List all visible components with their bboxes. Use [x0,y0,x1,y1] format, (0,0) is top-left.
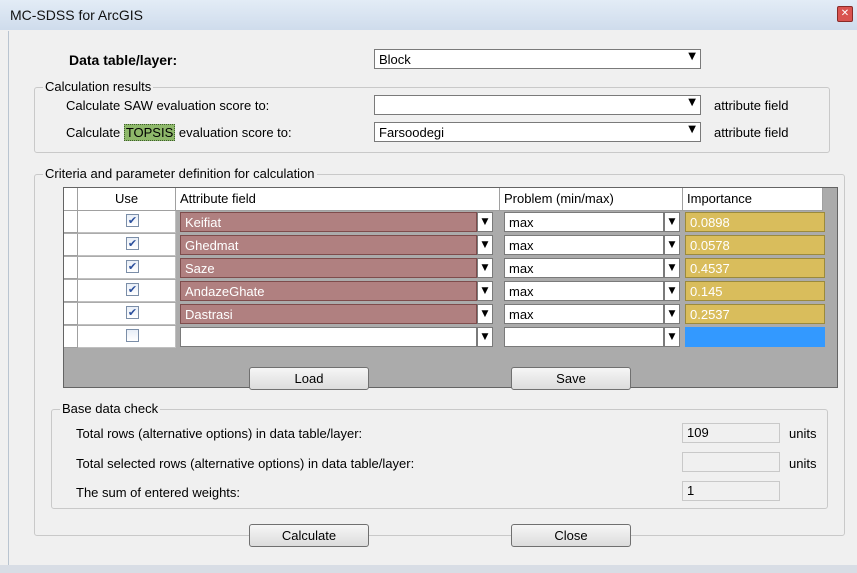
base-check-legend: Base data check [60,401,161,416]
attribute-field-cell[interactable]: AndazeGhate [180,281,477,301]
importance-cell[interactable] [685,327,825,347]
chevron-down-icon[interactable]: ▼ [477,212,493,232]
attribute-field-cell[interactable] [180,327,477,347]
col-attribute-field: Attribute field [176,188,500,211]
data-table-select[interactable]: Block ▼ [374,49,701,69]
save-button[interactable]: Save [511,367,631,390]
selected-rows-value [682,452,780,472]
attribute-field-cell[interactable]: Saze [180,258,477,278]
row-header [64,326,78,348]
use-cell: ✔ [78,211,176,233]
row-header [64,211,78,233]
use-cell: ✔ [78,280,176,302]
calculate-button[interactable]: Calculate [249,524,369,547]
topsis-label: Calculate TOPSIS evaluation score to: [66,124,292,141]
row-header [64,234,78,256]
topsis-field-select[interactable]: Farsoodegi ▼ [374,122,701,142]
use-checkbox[interactable]: ✔ [126,237,139,250]
topsis-field-value: Farsoodegi [379,125,445,140]
chevron-down-icon[interactable]: ▼ [664,258,680,278]
col-use: Use [78,188,176,211]
chevron-down-icon[interactable]: ▼ [664,235,680,255]
topsis-label-post: evaluation score to: [175,125,292,140]
row-header [64,303,78,325]
importance-cell[interactable]: 0.0578 [685,235,825,255]
dialog-body: Data table/layer: Block ▼ Calculation re… [8,31,857,565]
importance-cell[interactable]: 0.2537 [685,304,825,324]
selected-rows-label: Total selected rows (alternative options… [76,456,415,471]
window-bottom-border [0,565,857,573]
chevron-down-icon: ▼ [688,51,696,62]
saw-label: Calculate SAW evaluation score to: [66,98,270,113]
app-window: MC-SDSS for ArcGIS ✕ Data table/layer: B… [0,0,857,573]
total-rows-value: 109 [682,423,780,443]
load-button[interactable]: Load [249,367,369,390]
chevron-down-icon[interactable]: ▼ [477,235,493,255]
attribute-field-cell[interactable]: Dastrasi [180,304,477,324]
use-checkbox[interactable] [126,329,139,342]
chevron-down-icon[interactable]: ▼ [477,327,493,347]
sum-weights-value: 1 [682,481,780,501]
chevron-down-icon[interactable]: ▼ [477,258,493,278]
col-importance: Importance [683,188,823,211]
use-checkbox[interactable]: ✔ [126,306,139,319]
chevron-down-icon: ▼ [688,124,696,135]
attribute-field-cell[interactable]: Ghedmat [180,235,477,255]
close-window-icon[interactable]: ✕ [837,6,853,22]
col-problem: Problem (min/max) [500,188,683,211]
chevron-down-icon[interactable]: ▼ [664,281,680,301]
problem-cell[interactable] [504,327,664,347]
row-header [64,257,78,279]
problem-cell[interactable]: max [504,235,664,255]
chevron-down-icon[interactable]: ▼ [477,281,493,301]
chevron-down-icon[interactable]: ▼ [664,327,680,347]
data-table-value: Block [379,52,411,67]
use-cell: ✔ [78,234,176,256]
close-button[interactable]: Close [511,524,631,547]
use-cell: ✔ [78,257,176,279]
total-rows-unit: units [789,426,817,441]
saw-suffix: attribute field [714,98,789,113]
use-checkbox[interactable]: ✔ [126,283,139,296]
window-title: MC-SDSS for ArcGIS [10,7,144,23]
problem-cell[interactable]: max [504,212,664,232]
topsis-suffix: attribute field [714,125,789,140]
chevron-down-icon[interactable]: ▼ [477,304,493,324]
saw-field-select[interactable]: ▼ [374,95,701,115]
chevron-down-icon[interactable]: ▼ [664,304,680,324]
use-cell [78,326,176,348]
chevron-down-icon[interactable]: ▼ [664,212,680,232]
row-header [64,280,78,302]
topsis-highlight: TOPSIS [123,124,176,141]
use-checkbox[interactable]: ✔ [126,260,139,273]
total-rows-label: Total rows (alternative options) in data… [76,426,363,441]
criteria-grid[interactable]: Use Attribute field Problem (min/max) Im… [63,187,838,388]
importance-cell[interactable]: 0.4537 [685,258,825,278]
sum-weights-label: The sum of entered weights: [76,485,241,500]
data-table-label: Data table/layer: [69,52,178,68]
title-bar: MC-SDSS for ArcGIS ✕ [0,0,857,30]
attribute-field-cell[interactable]: Keifiat [180,212,477,232]
criteria-legend: Criteria and parameter definition for ca… [43,166,317,181]
use-checkbox[interactable]: ✔ [126,214,139,227]
calc-results-legend: Calculation results [43,79,154,94]
topsis-label-pre: Calculate [66,125,124,140]
use-cell: ✔ [78,303,176,325]
importance-cell[interactable]: 0.0898 [685,212,825,232]
row-header-corner [64,188,78,211]
chevron-down-icon: ▼ [688,97,696,108]
selected-rows-unit: units [789,456,817,471]
importance-cell[interactable]: 0.145 [685,281,825,301]
problem-cell[interactable]: max [504,281,664,301]
problem-cell[interactable]: max [504,258,664,278]
problem-cell[interactable]: max [504,304,664,324]
